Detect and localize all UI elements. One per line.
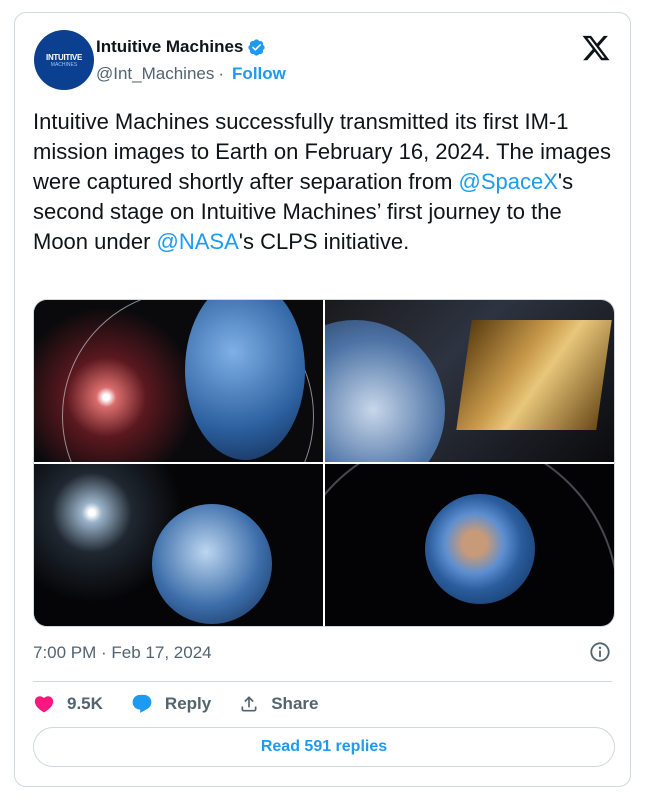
share-button[interactable]: Share (239, 690, 318, 718)
like-button[interactable]: 9.5K (33, 690, 103, 718)
mission-photo-1[interactable] (34, 300, 323, 462)
tweet-text: Intuitive Machines successfully transmit… (33, 107, 618, 257)
author-display-name[interactable]: Intuitive Machines (96, 37, 243, 57)
x-logo-icon[interactable] (581, 33, 611, 63)
avatar-logo-text: INTUITIVE (46, 52, 82, 62)
like-count: 9.5K (67, 694, 103, 713)
reply-button[interactable]: Reply (131, 690, 211, 718)
share-icon (241, 696, 257, 712)
avatar[interactable]: INTUITIVE MACHINES (34, 30, 94, 90)
share-label: Share (271, 694, 319, 713)
reply-bubble-icon (132, 694, 152, 713)
media-grid (33, 299, 615, 627)
mission-photo-3[interactable] (34, 464, 323, 626)
verified-badge-icon (248, 38, 265, 56)
tweet-timestamp[interactable]: 7:00 PM · Feb 17, 2024 (33, 643, 212, 663)
reply-label: Reply (164, 694, 212, 713)
mission-photo-4[interactable] (325, 464, 614, 626)
mention-nasa-link[interactable]: @NASA (157, 229, 239, 254)
actions-divider (33, 681, 612, 682)
read-replies-button[interactable]: Read 591 replies (33, 727, 615, 767)
mission-photo-2[interactable] (325, 300, 614, 462)
tweet-card: INTUITIVE MACHINES Intuitive Machines @I… (14, 12, 631, 787)
author-handle-row: @Int_Machines · Follow (96, 64, 286, 84)
author-name-row: Intuitive Machines (96, 37, 266, 57)
mention-spacex-link[interactable]: @SpaceX (459, 169, 558, 194)
author-handle[interactable]: @Int_Machines (96, 64, 214, 84)
tweet-text-part-3: 's CLPS initiative. (238, 229, 410, 254)
separator-dot: · (218, 64, 225, 83)
info-icon[interactable] (589, 641, 611, 663)
heart-icon (34, 696, 54, 713)
follow-button[interactable]: Follow (232, 64, 286, 84)
avatar-logo-subtext: MACHINES (50, 61, 78, 68)
action-bar: 9.5K Reply Share (33, 690, 346, 718)
